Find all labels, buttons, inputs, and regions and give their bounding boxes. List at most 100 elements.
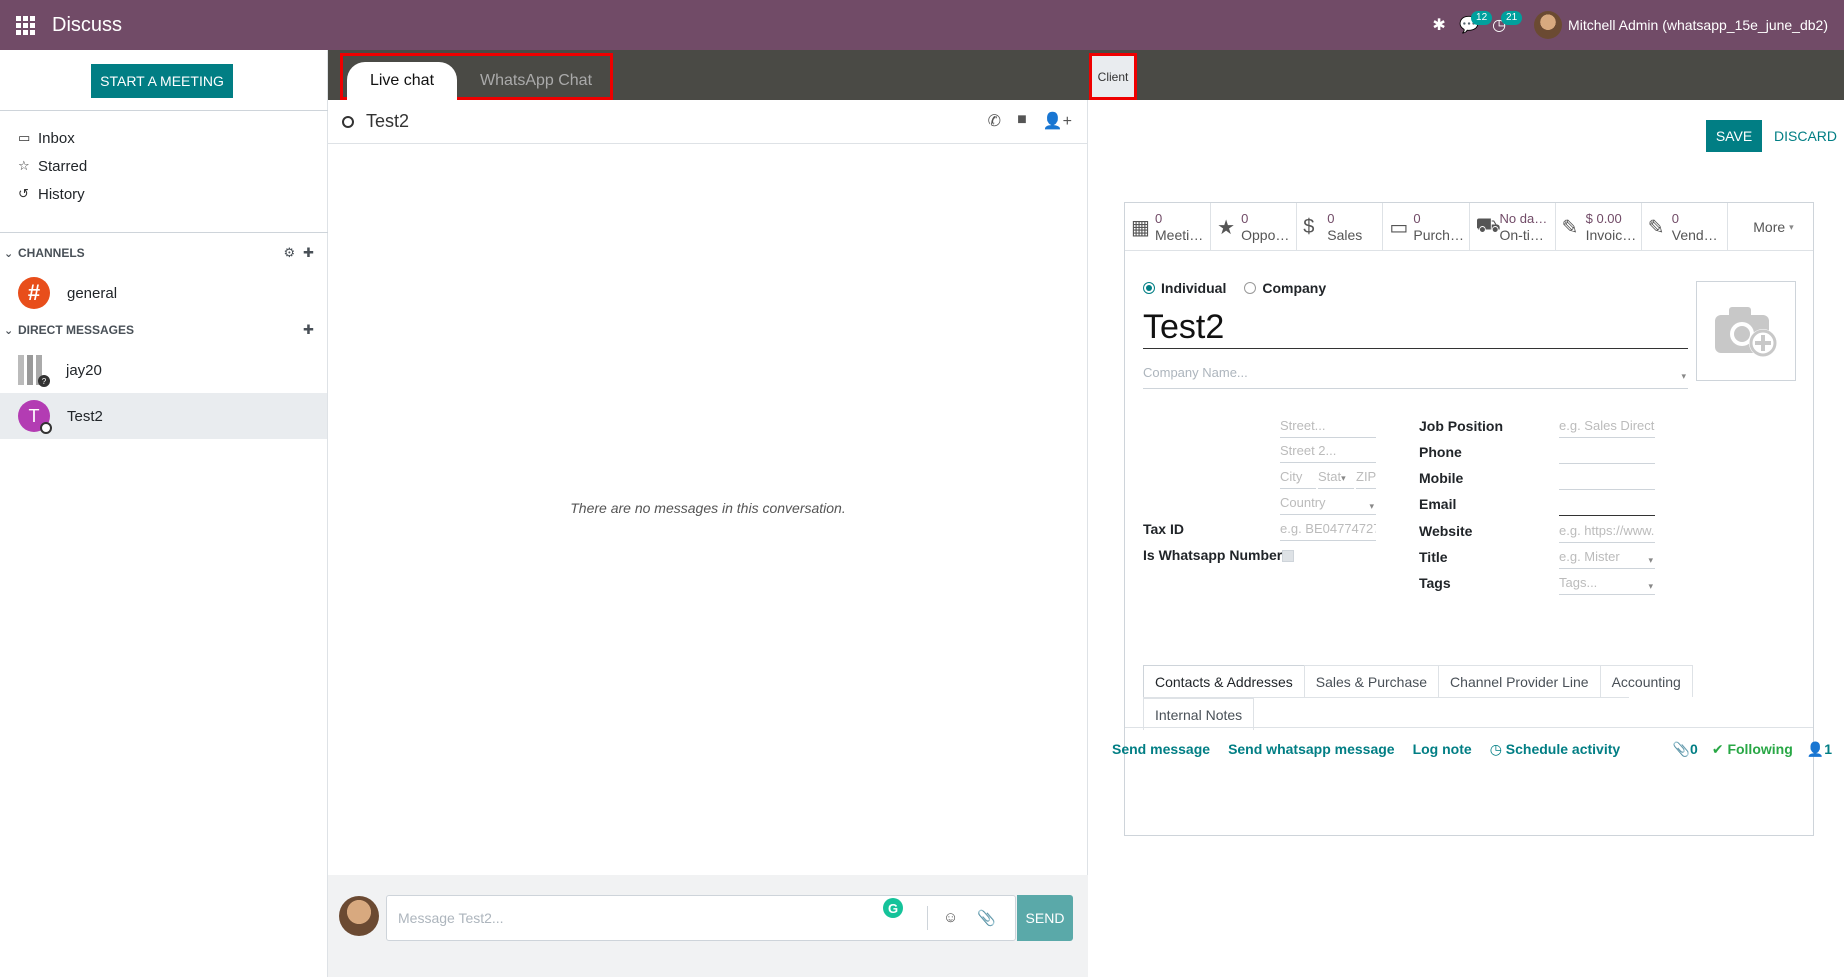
chevron-down-icon: ▾: [1369, 501, 1374, 511]
sidebar-item-label: Inbox: [38, 129, 75, 147]
video-icon[interactable]: ■: [1017, 111, 1027, 131]
avatar: ?: [18, 355, 50, 387]
attachments-count: 0: [1690, 740, 1698, 757]
tax-id-field[interactable]: e.g. BE04774727(: [1280, 521, 1376, 541]
paperclip-icon: 📎: [1672, 740, 1691, 757]
send-message-button[interactable]: Send message: [1112, 741, 1210, 757]
company-type-radio: Individual Company: [1143, 280, 1344, 296]
tab-channel-provider-line[interactable]: Channel Provider Line: [1438, 665, 1601, 697]
email-field[interactable]: [1559, 496, 1655, 516]
tags-field[interactable]: Tags... ▾: [1559, 575, 1655, 595]
website-label: Website: [1419, 523, 1473, 539]
channel-label: general: [67, 284, 118, 302]
tab-accounting[interactable]: Accounting: [1599, 665, 1693, 697]
smart-label: Purch…: [1413, 227, 1464, 243]
credit-card-icon: ▭: [1389, 216, 1409, 239]
gear-icon[interactable]: ⚙: [283, 245, 295, 261]
dollar-icon: $: [1303, 215, 1315, 238]
smart-button-sales[interactable]: $0 Sales: [1297, 203, 1384, 251]
tab-live-chat[interactable]: Live chat: [347, 62, 457, 100]
add-channel-icon[interactable]: ✚: [303, 245, 314, 261]
direct-messages-header[interactable]: ⌄ DIRECT MESSAGES ✚: [0, 320, 328, 340]
discard-button[interactable]: DISCARD: [1774, 120, 1844, 152]
send-button[interactable]: SEND: [1017, 895, 1073, 941]
city-field[interactable]: City: [1280, 469, 1316, 489]
following-button[interactable]: ✔ Following: [1712, 741, 1793, 758]
sidebar-item-general[interactable]: # general: [0, 270, 327, 316]
whatsapp-number-checkbox[interactable]: [1282, 550, 1294, 562]
tab-internal-notes[interactable]: Internal Notes: [1143, 698, 1255, 730]
dm-header-label: DIRECT MESSAGES: [18, 323, 135, 337]
tags-placeholder: Tags...: [1559, 575, 1598, 590]
activities-icon[interactable]: ◷ 21: [1484, 0, 1523, 50]
inbox-icon: ▭: [18, 130, 31, 145]
sidebar-item-starred[interactable]: ☆ Starred: [0, 152, 328, 180]
conversation-panel: Test2 ✆ ■ 👤+ There are no messages in th…: [328, 100, 1088, 977]
sidebar-item-history[interactable]: ↺ History: [0, 180, 328, 208]
phone-field[interactable]: [1559, 444, 1655, 464]
send-whatsapp-button[interactable]: Send whatsapp message: [1228, 741, 1395, 757]
mobile-field[interactable]: [1559, 470, 1655, 490]
attachments-button[interactable]: 📎0: [1673, 741, 1698, 758]
smart-button-invoiced[interactable]: ✎ $ 0.00 Invoic…: [1556, 203, 1642, 251]
attachment-icon[interactable]: 📎: [977, 909, 996, 927]
star-icon: ★: [1217, 216, 1236, 239]
sidebar-item-jay20[interactable]: ? jay20: [0, 347, 327, 393]
add-user-icon[interactable]: 👤+: [1043, 111, 1072, 131]
smart-button-vendor-bills[interactable]: ✎ 0 Vend…: [1642, 203, 1728, 251]
photo-upload[interactable]: [1696, 281, 1796, 381]
divider: [0, 232, 328, 233]
smart-value: 0: [1155, 211, 1163, 226]
grammarly-icon[interactable]: G: [883, 898, 903, 918]
message-input[interactable]: Message Test2... G ☺ 📎: [386, 895, 1016, 941]
title-label: Title: [1419, 549, 1448, 565]
messages-icon[interactable]: 💬 12: [1454, 0, 1493, 50]
tab-whatsapp-chat[interactable]: WhatsApp Chat: [471, 62, 601, 100]
edit-icon: ✎: [1647, 216, 1665, 239]
channels-header[interactable]: ⌄ CHANNELS ⚙ ✚: [0, 243, 328, 263]
sidebar-item-test2[interactable]: T Test2: [0, 393, 327, 439]
smart-label: Meeti…: [1155, 227, 1204, 243]
street2-field[interactable]: Street 2...: [1280, 443, 1376, 463]
street-field[interactable]: Street...: [1280, 418, 1376, 438]
phone-icon[interactable]: ✆: [988, 111, 1001, 131]
schedule-activity-button[interactable]: ◷ Schedule activity: [1490, 741, 1621, 758]
smart-value: No da…: [1499, 211, 1548, 226]
sidebar-item-label: History: [38, 185, 85, 203]
user-menu[interactable]: Mitchell Admin (whatsapp_15e_june_db2): [1514, 11, 1844, 39]
apps-menu-icon[interactable]: [0, 0, 50, 50]
tab-contacts-addresses[interactable]: Contacts & Addresses: [1143, 665, 1305, 697]
more-button[interactable]: More ▾: [1728, 203, 1813, 251]
smart-value: $ 0.00: [1585, 211, 1622, 226]
zip-field[interactable]: ZIP: [1356, 469, 1376, 489]
sidebar-item-inbox[interactable]: ▭ Inbox: [0, 124, 328, 152]
user-name: Mitchell Admin (whatsapp_15e_june_db2): [1568, 17, 1828, 33]
tab-client[interactable]: Client: [1089, 53, 1137, 100]
title-field[interactable]: e.g. Mister ▾: [1559, 549, 1655, 569]
followers-button[interactable]: 👤1: [1807, 741, 1832, 758]
log-note-button[interactable]: Log note: [1413, 741, 1472, 757]
smart-button-on-time[interactable]: ⛟ No da… On-ti…: [1470, 203, 1556, 251]
smart-value: 0: [1413, 211, 1421, 226]
country-field[interactable]: Country ▾: [1280, 495, 1376, 515]
start-meeting-button[interactable]: START A MEETING: [91, 64, 233, 98]
name-field[interactable]: Test2: [1143, 307, 1688, 349]
smart-button-meetings[interactable]: ▦ 0 Meeti…: [1125, 203, 1212, 251]
job-position-field[interactable]: e.g. Sales Director: [1559, 418, 1655, 438]
chevron-down-icon: ▾: [1648, 581, 1653, 591]
company-name-field[interactable]: Company Name... ▾: [1143, 365, 1688, 389]
bug-icon[interactable]: ✱: [1424, 0, 1454, 50]
edit-icon: ✎: [1561, 216, 1579, 239]
smart-button-opportunities[interactable]: ★ 0 Oppo…: [1211, 203, 1298, 251]
add-dm-icon[interactable]: ✚: [303, 322, 314, 338]
save-button[interactable]: SAVE: [1706, 120, 1762, 152]
smart-button-purchases[interactable]: ▭ 0 Purch…: [1383, 203, 1470, 251]
radio-company[interactable]: [1244, 282, 1257, 294]
website-field[interactable]: e.g. https://www.c: [1559, 523, 1655, 543]
state-field[interactable]: Stat▾: [1318, 469, 1354, 489]
tab-sales-purchase[interactable]: Sales & Purchase: [1303, 665, 1440, 697]
radio-individual[interactable]: [1143, 282, 1155, 294]
emoji-icon[interactable]: ☺: [943, 909, 958, 926]
activities-badge: 21: [1501, 11, 1523, 25]
divider: [0, 110, 328, 111]
